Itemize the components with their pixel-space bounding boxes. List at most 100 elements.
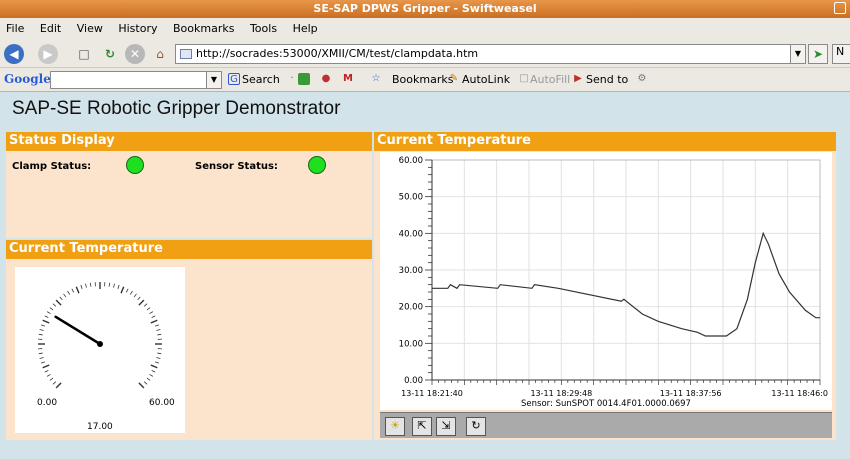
autolink-button[interactable]: AutoLink	[462, 73, 510, 86]
search-engine-icon[interactable]: N	[832, 44, 850, 64]
gauge-tick	[44, 369, 49, 373]
window-close-icon[interactable]	[834, 2, 846, 14]
temperature-gauge-panel: Current Temperature 0.00 60.00 17.00	[6, 240, 372, 440]
chart-y-tick-label: 50.00	[399, 193, 423, 203]
chart-y-tick-label: 10.00	[399, 339, 423, 349]
bookmarks-button[interactable]: Bookmarks	[392, 73, 453, 86]
gauge-tick	[75, 286, 80, 294]
gauge-tick	[113, 283, 115, 288]
gauge-value-label: 17.00	[87, 422, 113, 432]
gauge-tick	[149, 311, 154, 315]
gauge-tick	[38, 333, 43, 336]
reload-icon[interactable]: ↻	[100, 44, 120, 64]
navigation-toolbar: ◀ ▶ □ ↻ ✕ ⌂ http://socrades:53000/XMII/C…	[0, 40, 850, 68]
chart-x-tick-label: 13-11 18:21:40	[401, 389, 463, 398]
gauge-tick	[89, 282, 92, 287]
google-search-input[interactable]	[50, 71, 210, 89]
gauge-heading: Current Temperature	[6, 240, 372, 259]
gauge-pivot	[97, 341, 103, 347]
google-search-dropdown-icon[interactable]: ▼	[206, 71, 222, 89]
gauge-tick	[138, 382, 145, 389]
gauge-tick	[155, 361, 160, 364]
gauge-tick	[156, 329, 161, 331]
status-display-panel: Status Display Clamp Status: Sensor Stat…	[6, 132, 372, 238]
window-title: SE-SAP DPWS Gripper - Swiftweasel	[313, 2, 537, 15]
gauge-needle	[54, 315, 102, 346]
chart-x-tick-label: 13-11 18:29:48	[530, 389, 592, 398]
light-icon[interactable]: ☀	[385, 417, 405, 436]
gauge-tick	[55, 382, 62, 389]
url-input[interactable]: http://socrades:53000/XMII/CM/test/clamp…	[175, 44, 793, 64]
autofill-button: AutoFill	[530, 73, 571, 86]
gauge-tick	[129, 290, 133, 295]
send-to-button[interactable]: Send to	[586, 73, 628, 86]
zoom-in-icon[interactable]: ⇱	[412, 417, 432, 436]
gauge-tick	[125, 288, 129, 293]
refresh-icon[interactable]: ↻	[466, 417, 486, 436]
google-logo: Google	[4, 72, 51, 86]
gauge-tick	[49, 377, 54, 381]
gauge-tick	[46, 373, 51, 377]
gmail-icon[interactable]: M	[342, 73, 354, 85]
send-to-icon[interactable]: ▶	[572, 73, 584, 85]
page-title: SAP-SE Robotic Gripper Demonstrator	[12, 98, 341, 119]
gauge-tick	[39, 357, 44, 359]
menu-bookmarks[interactable]: Bookmarks	[167, 18, 240, 35]
star-icon[interactable]: ☆	[370, 73, 382, 85]
gauge-min-label: 0.00	[37, 398, 57, 408]
menu-history[interactable]: History	[112, 18, 163, 35]
popup-blocker-icon[interactable]: ●	[320, 73, 332, 85]
gauge-tick	[63, 293, 67, 298]
chart-x-tick-label: 13-11 18:46:0	[771, 389, 828, 398]
gauge-tick	[143, 303, 148, 307]
chart-x-tick-label: 13-11 18:37:56	[660, 389, 722, 398]
stop-icon[interactable]: ✕	[125, 44, 145, 64]
gauge-tick	[71, 288, 75, 293]
gauge-tick	[150, 319, 158, 324]
settings-icon[interactable]: ⚙	[636, 73, 648, 85]
gauge-tick	[149, 373, 154, 377]
gauge-tick	[59, 296, 63, 301]
gauge-tick	[40, 324, 45, 327]
gauge-tick	[137, 296, 141, 301]
chart-y-tick-label: 0.00	[404, 376, 423, 386]
gauge-tick	[80, 284, 83, 289]
autofill-icon: □	[519, 73, 529, 84]
gauge-tick	[44, 315, 49, 319]
gauge-tick	[46, 311, 51, 315]
back-icon[interactable]: ◀	[4, 44, 24, 64]
menu-view[interactable]: View	[71, 18, 109, 35]
menu-tools[interactable]: Tools	[244, 18, 283, 35]
gauge-tick	[157, 352, 162, 355]
menu-edit[interactable]: Edit	[34, 18, 67, 35]
gauge-tick	[150, 364, 158, 369]
gauge-tick	[151, 369, 156, 373]
menu-help[interactable]: Help	[287, 18, 324, 35]
temperature-gauge: 0.00 60.00 17.00	[15, 267, 185, 433]
forward-icon[interactable]: ▶	[38, 44, 58, 64]
gauge-tick	[157, 333, 162, 336]
url-history-dropdown-icon[interactable]: ▼	[790, 44, 806, 64]
gauge-tick	[138, 299, 145, 306]
go-button-icon[interactable]: ➤	[808, 44, 828, 64]
google-search-button[interactable]: Search	[242, 73, 280, 86]
gauge-tick	[42, 364, 50, 369]
home-icon[interactable]: ⌂	[150, 44, 170, 64]
temperature-chart-panel: Current Temperature 0.00 10.00 20.00 30.00 4…	[374, 132, 836, 440]
chart-y-tick-label: 30.00	[399, 266, 423, 276]
page-content: SAP-SE Robotic Gripper Demonstrator Stat…	[0, 92, 850, 459]
chart-x-axis-label: Sensor: SunSPOT 0014.4F01.0000.0697	[521, 399, 691, 409]
gauge-tick	[155, 324, 160, 327]
url-text: http://socrades:53000/XMII/CM/test/clamp…	[196, 47, 479, 60]
gauge-tick	[117, 284, 120, 289]
gauge-tick	[108, 282, 111, 287]
chart-toolbar: ☀ ⇱ ⇲ ↻	[380, 412, 832, 438]
menu-file[interactable]: File	[0, 18, 30, 35]
autolink-icon[interactable]: ✎	[448, 73, 460, 85]
chart-heading: Current Temperature	[374, 132, 836, 151]
google-search-icon[interactable]: G	[228, 73, 240, 85]
new-tab-icon[interactable]: □	[74, 44, 94, 64]
zoom-out-icon[interactable]: ⇲	[436, 417, 456, 436]
google-toolbar: Google ▼ G Search · ● M ☆ Bookmarks ✎ Au…	[0, 68, 850, 92]
pagerank-icon[interactable]	[298, 73, 310, 85]
